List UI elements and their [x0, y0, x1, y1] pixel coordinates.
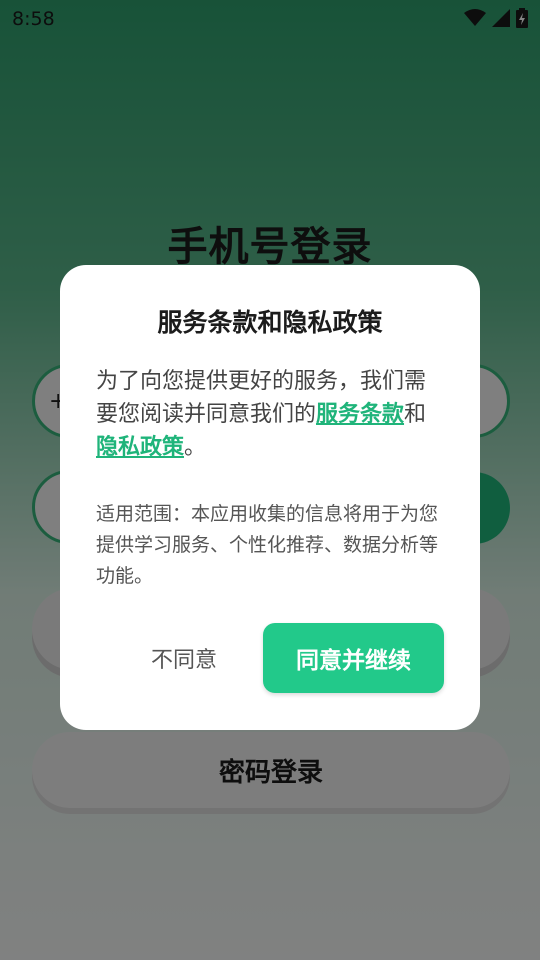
terms-link[interactable]: 服务条款: [316, 402, 404, 427]
dialog-conjunction: 和: [404, 402, 427, 427]
dialog-body: 为了向您提供更好的服务，我们需要您阅读并同意我们的服务条款和隐私政策。: [96, 365, 444, 464]
dialog-period: 。: [184, 435, 207, 460]
agree-continue-button[interactable]: 同意并继续: [263, 623, 444, 693]
privacy-link[interactable]: 隐私政策: [96, 435, 184, 460]
dialog-scope-text: 适用范围：本应用收集的信息将用于为您提供学习服务、个性化推荐、数据分析等功能。: [96, 503, 439, 587]
disagree-button[interactable]: 不同意: [124, 637, 244, 681]
terms-dialog: 服务条款和隐私政策 为了向您提供更好的服务，我们需要您阅读并同意我们的服务条款和…: [60, 265, 480, 730]
dialog-title: 服务条款和隐私政策: [157, 308, 383, 337]
